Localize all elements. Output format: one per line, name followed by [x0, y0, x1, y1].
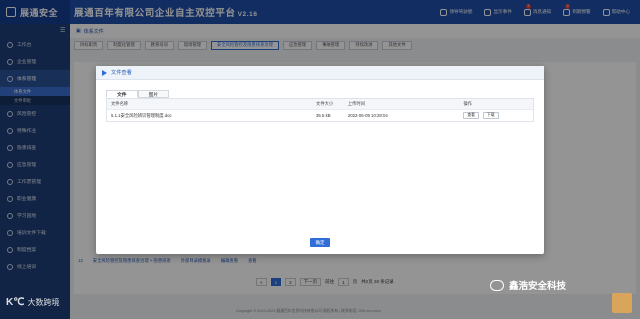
confirm-button[interactable]: 确定 [310, 238, 330, 247]
file-view-dialog: 文件查看 文件 图片 文件名称 文件大小 上传时间 操作 5.1.1安全风险辨识管理制度.… [96, 66, 544, 254]
download-button[interactable]: 下载 [482, 112, 499, 119]
wechat-icon [490, 279, 504, 291]
column-header: 操作 [463, 101, 472, 106]
file-size: 35.5 kB [316, 113, 331, 118]
watermark-right-text: 鑫浩安全科技 [509, 281, 567, 292]
view-button[interactable]: 查看 [463, 112, 479, 119]
watermark-left-text: 大数跨境 [27, 298, 60, 307]
watermark-left-mark: K℃ [6, 297, 25, 308]
watermark-right: 鑫浩安全科技 [490, 278, 566, 292]
column-header: 上传时间 [347, 101, 366, 106]
attachment-table: 文件名称 文件大小 上传时间 操作 5.1.1安全风险辨识管理制度.doc 35.5 kB… [106, 98, 534, 122]
dialog-header: 文件查看 [96, 66, 544, 80]
table-header: 文件名称 文件大小 上传时间 操作 [107, 99, 533, 110]
dialog-title-icon [102, 69, 107, 76]
avatar [612, 293, 632, 313]
dialog-tab[interactable]: 文件 [106, 90, 138, 98]
app-root: 展通安全 展通百年有限公司企业自主双控平台 V2.16 领导驾驶舱 显示事件 3 消息通… [0, 0, 640, 319]
table-row: 5.1.1安全风险辨识管理制度.doc 35.5 kB 2022-06-09 10:… [107, 110, 533, 121]
dialog-tab[interactable]: 图片 [137, 90, 170, 98]
dialog-title: 文件查看 [111, 70, 132, 76]
column-header: 文件大小 [316, 101, 334, 106]
upload-time: 2022-06-09 10:28:04 [347, 113, 388, 118]
file-name: 5.1.1安全风险辨识管理制度.doc [111, 112, 172, 118]
dialog-tabs: 文件 图片 [106, 90, 170, 98]
row-actions: 查看 下载 [463, 112, 533, 119]
watermark-left: K℃ 大数跨境 [6, 297, 59, 308]
column-header: 文件名称 [111, 101, 129, 106]
